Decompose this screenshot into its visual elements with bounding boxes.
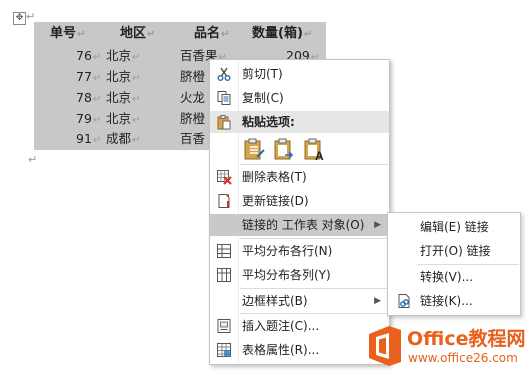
cell-region: 北京↵ bbox=[106, 69, 141, 84]
submenu-item-links[interactable]: 链接(K)... bbox=[388, 290, 520, 312]
submenu-arrow-icon: ▶ bbox=[374, 296, 381, 306]
submenu-item-open-link[interactable]: 打开(O) 链接 bbox=[388, 240, 520, 262]
cell-id: 79↵ bbox=[76, 111, 102, 126]
delete-table-icon bbox=[216, 169, 232, 185]
menu-item-update-link[interactable]: 更新链接(D) bbox=[210, 190, 389, 212]
svg-text:A: A bbox=[315, 149, 324, 161]
submenu-item-edit-link[interactable]: 编辑(E) 链接 bbox=[388, 216, 520, 238]
menu-separator bbox=[418, 264, 519, 265]
paste-text-only-icon[interactable]: A bbox=[302, 137, 326, 163]
update-link-icon bbox=[216, 193, 232, 209]
menu-separator bbox=[240, 238, 388, 239]
header-id: 单号↵ bbox=[50, 26, 86, 41]
menu-item-distribute-cols[interactable]: 平均分布各列(Y) bbox=[210, 264, 389, 286]
cell-id: 78↵ bbox=[76, 90, 102, 105]
header-region: 地区↵ bbox=[120, 26, 156, 41]
menu-separator bbox=[240, 164, 388, 165]
watermark-url: www.office26.com bbox=[408, 351, 518, 365]
cell-product: 脐橙 bbox=[180, 69, 206, 84]
cell-product: 脐橙 bbox=[180, 111, 206, 126]
menu-item-border-style[interactable]: 边框样式(B) ▶ bbox=[210, 290, 389, 312]
menu-separator bbox=[240, 288, 388, 289]
office-logo-icon bbox=[369, 326, 401, 366]
distribute-rows-icon bbox=[216, 243, 232, 259]
cell-product: 百香 bbox=[180, 131, 206, 146]
menu-item-copy[interactable]: 复制(C) bbox=[210, 87, 389, 109]
cell-region: 北京↵ bbox=[106, 90, 141, 105]
cell-id: 76↵ bbox=[76, 48, 102, 63]
menu-item-delete-table[interactable]: 删除表格(T) bbox=[210, 166, 389, 188]
submenu-item-convert[interactable]: 转换(V)... bbox=[388, 266, 520, 288]
distribute-columns-icon bbox=[216, 267, 232, 283]
cell-product: 火龙 bbox=[180, 90, 206, 105]
scissors-icon bbox=[216, 66, 232, 82]
copy-icon bbox=[216, 90, 232, 106]
watermark-title: Office教程网 bbox=[407, 328, 526, 350]
paste-merge-icon[interactable] bbox=[272, 137, 296, 161]
insert-caption-icon bbox=[216, 318, 232, 334]
cell-region: 北京↵ bbox=[106, 111, 141, 126]
cell-id: 91↵ bbox=[76, 131, 102, 146]
menu-separator bbox=[240, 313, 388, 314]
cell-id: 77↵ bbox=[76, 69, 102, 84]
watermark: Office教程网 www.office26.com bbox=[361, 320, 527, 373]
cell-region: 成都↵ bbox=[106, 131, 141, 146]
menu-item-distribute-rows[interactable]: 平均分布各行(N) bbox=[210, 240, 389, 262]
menu-item-cut[interactable]: 剪切(T) bbox=[210, 63, 389, 85]
clipboard-icon bbox=[216, 114, 232, 137]
menu-item-linked-worksheet-object[interactable]: 链接的 工作表 对象(O) ▶ bbox=[210, 214, 389, 236]
linked-object-submenu: 编辑(E) 链接 打开(O) 链接 转换(V)... 链接(K)... bbox=[387, 212, 521, 316]
paragraph-mark: ↵ bbox=[28, 153, 38, 166]
table-move-handle[interactable]: ✥ bbox=[13, 12, 26, 25]
header-product: 品名↵ bbox=[194, 26, 230, 41]
table-properties-icon bbox=[216, 342, 232, 358]
submenu-arrow-icon: ▶ bbox=[374, 220, 381, 230]
paste-options-header: 粘贴选项: bbox=[210, 111, 389, 133]
cell-region: 北京↵ bbox=[106, 48, 141, 63]
link-icon bbox=[396, 293, 412, 309]
header-qty: 数量(箱)↵ bbox=[252, 26, 313, 41]
paste-keep-source-icon[interactable] bbox=[242, 137, 266, 161]
